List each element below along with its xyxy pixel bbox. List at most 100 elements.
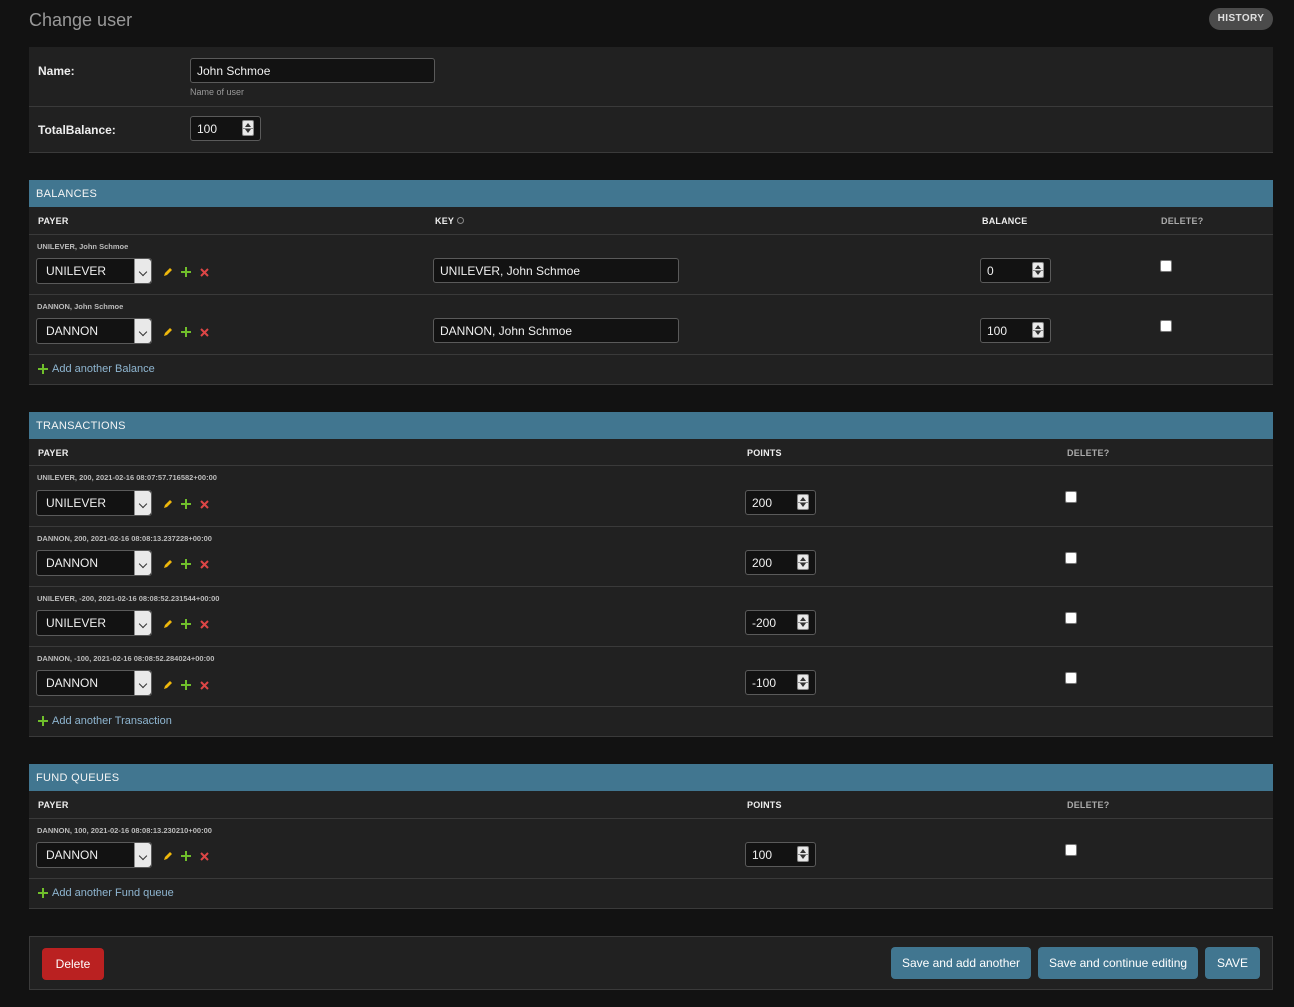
delete-checkbox[interactable] [1160,260,1172,272]
pencil-icon[interactable] [163,327,173,337]
points-input[interactable]: 200 [745,490,816,515]
balance-value: 100 [987,323,1008,338]
number-spinner[interactable] [797,674,809,690]
key-input[interactable]: DANNON, John Schmoe [433,318,679,343]
pencil-icon[interactable] [163,619,173,629]
balances-header: BALANCES [29,180,1273,207]
plus-icon [38,364,48,374]
points-value: -200 [752,615,777,630]
history-button[interactable]: HISTORY [1209,8,1273,30]
points-value: 200 [752,495,773,510]
plus-icon[interactable] [181,680,191,690]
payer-select-value: DANNON [46,676,99,690]
add-fund-queue-label: Add another Fund queue [52,887,174,899]
chevron-down-icon [134,491,151,515]
row-divider [29,234,1273,235]
pencil-icon[interactable] [163,499,173,509]
points-input[interactable]: 100 [745,842,816,867]
row-divider [29,294,1273,295]
plus-icon[interactable] [181,619,191,629]
delete-button[interactable]: Delete [42,948,104,980]
payer-select[interactable]: DANNON [36,842,152,868]
fund-queue-row-caption: DANNON, 100, 2021-02-16 08:08:13.230210+… [37,826,212,835]
number-spinner[interactable] [797,554,809,570]
delete-checkbox[interactable] [1160,320,1172,332]
add-fund-queue-link[interactable]: Add another Fund queue [38,887,174,899]
add-transaction-link[interactable]: Add another Transaction [38,715,172,727]
transactions-col-points: POINTS [747,448,782,458]
fund-queues-col-points: POINTS [747,800,782,810]
save-button[interactable]: SAVE [1205,947,1260,979]
number-spinner[interactable] [797,614,809,630]
key-input[interactable]: UNILEVER, John Schmoe [433,258,679,283]
plus-icon[interactable] [181,559,191,569]
delete-checkbox[interactable] [1065,552,1077,564]
close-icon[interactable] [200,620,209,629]
transactions-module [29,412,1273,737]
row-divider [29,526,1273,527]
plus-icon[interactable] [181,499,191,509]
transactions-col-delete: DELETE? [1067,448,1110,458]
payer-select[interactable]: DANNON [36,318,152,344]
payer-select-value: UNILEVER [46,496,107,510]
delete-checkbox[interactable] [1065,844,1077,856]
submit-row: Delete Save and add another Save and con… [29,936,1273,990]
balance-input[interactable]: 0 [980,258,1051,283]
fund-queues-col-payer: PAYER [38,800,69,810]
balances-col-balance: BALANCE [982,216,1028,226]
payer-select[interactable]: UNILEVER [36,490,152,516]
change-user-page: Change user HISTORY Name: John Schmoe Na… [0,0,1294,1007]
close-icon[interactable] [200,328,209,337]
add-balance-link[interactable]: Add another Balance [38,363,155,375]
add-balance-label: Add another Balance [52,363,155,375]
transactions-col-payer: PAYER [38,448,69,458]
payer-select[interactable]: UNILEVER [36,258,152,284]
plus-icon[interactable] [181,851,191,861]
balance-value: 0 [987,263,994,278]
payer-select-value: UNILEVER [46,264,107,278]
row-divider [29,646,1273,647]
total-balance-input[interactable]: 100 [190,116,261,141]
transactions-header: TRANSACTIONS [29,412,1273,439]
pencil-icon[interactable] [163,851,173,861]
name-input[interactable]: John Schmoe [190,58,435,83]
pencil-icon[interactable] [163,267,173,277]
payer-select[interactable]: DANNON [36,670,152,696]
pencil-icon[interactable] [163,680,173,690]
points-input[interactable]: -200 [745,610,816,635]
points-value: 200 [752,555,773,570]
total-balance-value: 100 [197,121,218,136]
number-spinner[interactable] [797,846,809,862]
row-divider [29,736,1273,737]
balances-col-key: KEY [435,216,465,226]
delete-checkbox[interactable] [1065,491,1077,503]
plus-icon[interactable] [181,267,191,277]
number-spinner[interactable] [797,494,809,510]
transaction-row-caption: UNILEVER, 200, 2021-02-16 08:07:57.71658… [37,473,217,482]
close-icon[interactable] [200,852,209,861]
payer-select-value: DANNON [46,324,99,338]
name-help-text: Name of user [190,87,245,97]
delete-checkbox[interactable] [1065,612,1077,624]
help-icon [457,217,465,225]
points-input[interactable]: 200 [745,550,816,575]
number-spinner[interactable] [1032,322,1044,338]
balance-input[interactable]: 100 [980,318,1051,343]
add-transaction-label: Add another Transaction [52,715,172,727]
plus-icon[interactable] [181,327,191,337]
payer-select[interactable]: DANNON [36,550,152,576]
number-spinner[interactable] [1032,262,1044,278]
close-icon[interactable] [200,681,209,690]
close-icon[interactable] [200,268,209,277]
save-and-add-another-button[interactable]: Save and add another [891,947,1031,979]
pencil-icon[interactable] [163,559,173,569]
save-and-continue-button[interactable]: Save and continue editing [1038,947,1198,979]
points-input[interactable]: -100 [745,670,816,695]
row-divider [29,586,1273,587]
number-spinner[interactable] [242,120,254,136]
delete-checkbox[interactable] [1065,672,1077,684]
fund-queues-col-delete: DELETE? [1067,800,1110,810]
close-icon[interactable] [200,560,209,569]
payer-select[interactable]: UNILEVER [36,610,152,636]
close-icon[interactable] [200,500,209,509]
